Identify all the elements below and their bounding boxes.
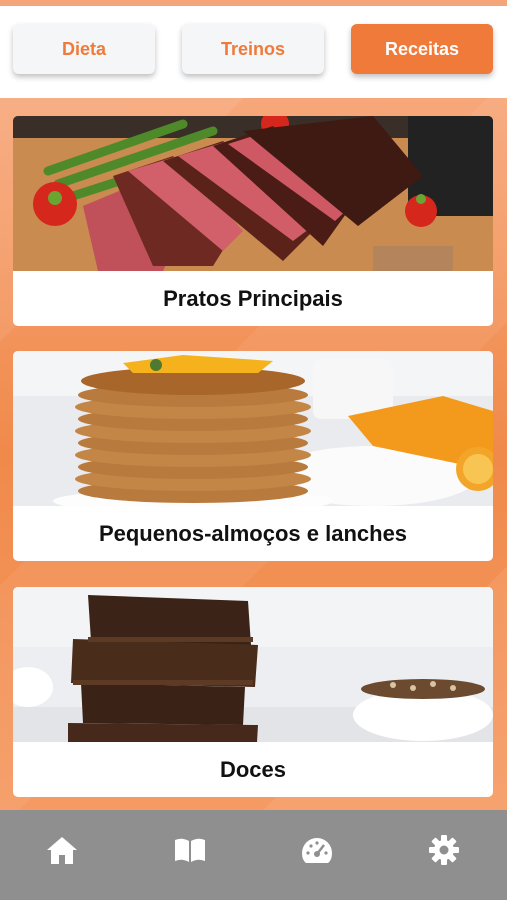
category-title: Pratos Principais [163, 285, 343, 311]
top-tab-bar: Dieta Treinos Receitas [0, 0, 507, 98]
category-title: Pequenos-almoços e lanches [98, 520, 408, 546]
tab-treinos[interactable]: Treinos [182, 24, 324, 74]
bottom-navigation-bar [0, 810, 507, 900]
tab-receitas[interactable]: Receitas [351, 24, 493, 74]
brownies-photo [13, 587, 493, 742]
recipe-categories-list: Pratos Principais Pequenos-almoços e lan… [0, 98, 507, 810]
gauge-icon[interactable] [297, 830, 337, 870]
tab-dieta[interactable]: Dieta [13, 24, 155, 74]
gear-icon[interactable] [424, 830, 464, 870]
steak-with-asparagus-photo [13, 116, 493, 271]
category-title: Doces [219, 756, 287, 782]
book-icon[interactable] [170, 830, 210, 870]
category-card-desserts[interactable]: Doces [13, 587, 493, 797]
category-card-breakfast-snacks[interactable]: Pequenos-almoços e lanches [13, 351, 493, 561]
home-icon[interactable] [42, 830, 82, 870]
pancake-stack-photo [13, 351, 493, 506]
category-card-main-dishes[interactable]: Pratos Principais [13, 116, 493, 326]
